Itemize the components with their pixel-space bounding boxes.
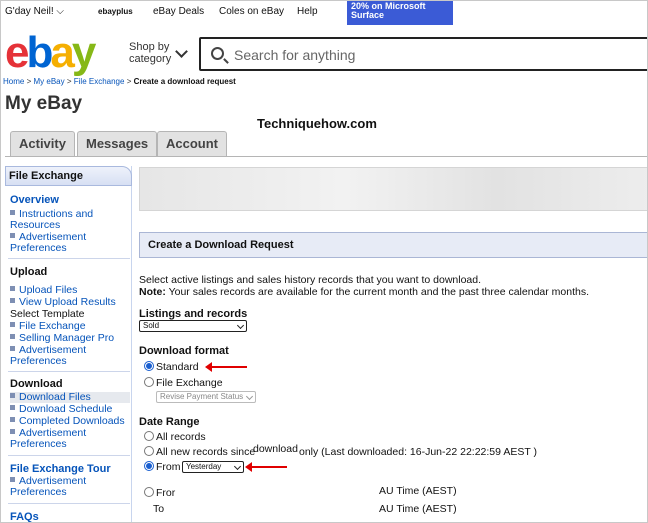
sidebar-file-exchange-tour[interactable]: File Exchange Tour [10, 463, 111, 475]
sidebar-divider [8, 371, 130, 372]
request-header: Create a Download Request [139, 232, 647, 258]
search-icon [211, 47, 224, 60]
bullet-icon [10, 233, 15, 238]
date-range-label: Date Range [139, 416, 200, 428]
date-custom-radio[interactable] [144, 487, 154, 497]
breadcrumb-my-ebay[interactable]: My eBay [33, 77, 64, 86]
chevron-down-icon [236, 321, 245, 330]
sidebar-item-completed-downloads[interactable]: Completed Downloads [10, 416, 130, 427]
sidebar-download-heading: Download [10, 378, 63, 390]
bullet-icon [10, 298, 15, 303]
sidebar-item-ad-prefs-1[interactable]: Advertisement Preferences [10, 232, 130, 254]
page-frame: G'day Neil! ⌵ ebayplus eBay Deals Coles … [0, 0, 648, 523]
sidebar-item-file-exchange[interactable]: File Exchange [10, 321, 130, 332]
sidebar-item-ad-prefs-3[interactable]: Advertisement Preferences [10, 428, 130, 450]
date-from-radio[interactable] [144, 461, 154, 471]
sidebar-divider [8, 455, 130, 456]
promo-line2: Surface [351, 10, 385, 20]
format-standard-label: Standard [156, 361, 199, 373]
format-label: Download format [139, 345, 229, 357]
sidebar: File Exchange Overview Instructions and … [5, 166, 132, 522]
greeting[interactable]: G'day Neil! ⌵ [5, 6, 64, 17]
date-from-label: From [156, 461, 181, 473]
sidebar-faqs[interactable]: FAQs [10, 511, 39, 522]
breadcrumb-file-exchange[interactable]: File Exchange [74, 77, 125, 86]
format-standard-radio[interactable] [144, 361, 154, 371]
breadcrumb-home[interactable]: Home [3, 77, 24, 86]
search-placeholder: Search for anything [234, 47, 356, 63]
custom-from-label: Fror [156, 487, 176, 499]
bullet-icon [10, 210, 15, 215]
format-fe-select[interactable]: Revise Payment Status [156, 391, 256, 403]
date-since-tail: only (Last downloaded: 16-Jun-22 22:22:5… [299, 446, 537, 458]
deals-link[interactable]: eBay Deals [153, 6, 204, 17]
custom-to-timezone: AU Time (AEST) [379, 503, 457, 515]
date-since-label: All new records since [156, 446, 256, 458]
date-all-radio[interactable] [144, 431, 154, 441]
watermark-text: Techniquehow.com [257, 116, 377, 131]
chevron-down-icon [245, 392, 254, 401]
annotation-arrow [205, 362, 247, 372]
top-bar: G'day Neil! ⌵ ebayplus eBay Deals Coles … [1, 1, 647, 25]
sidebar-item-upload-files[interactable]: Upload Files [10, 285, 130, 296]
listings-label: Listings and records [139, 308, 248, 320]
breadcrumb-current: Create a download request [133, 77, 236, 86]
sidebar-upload-heading: Upload [10, 266, 48, 278]
sidebar-overview[interactable]: Overview [10, 194, 59, 206]
promo-banner[interactable]: 20% on Microsoft Surface [347, 1, 453, 25]
shop-by-category[interactable]: Shop by category [129, 41, 171, 65]
date-all-label: All records [156, 431, 206, 443]
sidebar-item-instructions[interactable]: Instructions and Resources [10, 209, 130, 231]
breadcrumb: Home > My eBay > File Exchange > Create … [3, 77, 236, 86]
bullet-icon [10, 286, 15, 291]
sidebar-divider [8, 258, 130, 259]
custom-from-timezone: AU Time (AEST) [379, 485, 457, 497]
sidebar-item-download-schedule[interactable]: Download Schedule [10, 404, 130, 415]
date-since-radio[interactable] [144, 446, 154, 456]
tab-divider [5, 156, 647, 157]
tab-messages[interactable]: Messages [77, 131, 158, 157]
ebayplus-link[interactable]: ebayplus [98, 7, 133, 16]
intro-text: Select active listings and sales history… [139, 274, 482, 286]
bullet-icon [10, 322, 15, 327]
sidebar-item-view-upload-results[interactable]: View Upload Results [10, 297, 130, 308]
sidebar-item-ad-prefs-4[interactable]: Advertisement Preferences [10, 476, 130, 498]
sidebar-divider [8, 503, 130, 504]
date-since-overlay: download [253, 443, 298, 455]
bullet-icon [10, 334, 15, 339]
sidebar-header: File Exchange [5, 166, 132, 186]
format-file-exchange-radio[interactable] [144, 377, 154, 387]
coles-link[interactable]: Coles on eBay [219, 6, 284, 17]
chevron-down-icon[interactable] [175, 45, 188, 58]
annotation-arrow [245, 462, 287, 472]
tab-activity[interactable]: Activity [10, 131, 75, 157]
help-link[interactable]: Help [297, 6, 318, 17]
sidebar-select-template: Select Template [10, 308, 85, 320]
chevron-down-icon [233, 462, 242, 471]
page-title: My eBay [5, 93, 83, 114]
bullet-icon [10, 429, 15, 434]
bullet-icon [10, 477, 15, 482]
blurred-banner [139, 167, 647, 211]
bullet-icon [10, 405, 15, 410]
search-input[interactable]: Search for anything [199, 37, 647, 71]
sidebar-item-selling-manager-pro[interactable]: Selling Manager Pro [10, 333, 130, 344]
sidebar-item-download-files[interactable]: Download Files [10, 392, 130, 403]
custom-to-label: To [153, 503, 165, 515]
format-file-exchange-label: File Exchange [156, 377, 223, 389]
bullet-icon [10, 346, 15, 351]
sidebar-item-ad-prefs-2[interactable]: Advertisement Preferences [10, 345, 130, 367]
listings-select[interactable]: Sold [139, 320, 247, 332]
bullet-icon [10, 393, 15, 398]
note-text: Note: Your sales records are available f… [139, 286, 590, 298]
ebay-logo[interactable]: ebay [5, 29, 96, 77]
bullet-icon [10, 417, 15, 422]
date-from-select[interactable]: Yesterday [182, 461, 244, 473]
tab-account[interactable]: Account [157, 131, 227, 157]
